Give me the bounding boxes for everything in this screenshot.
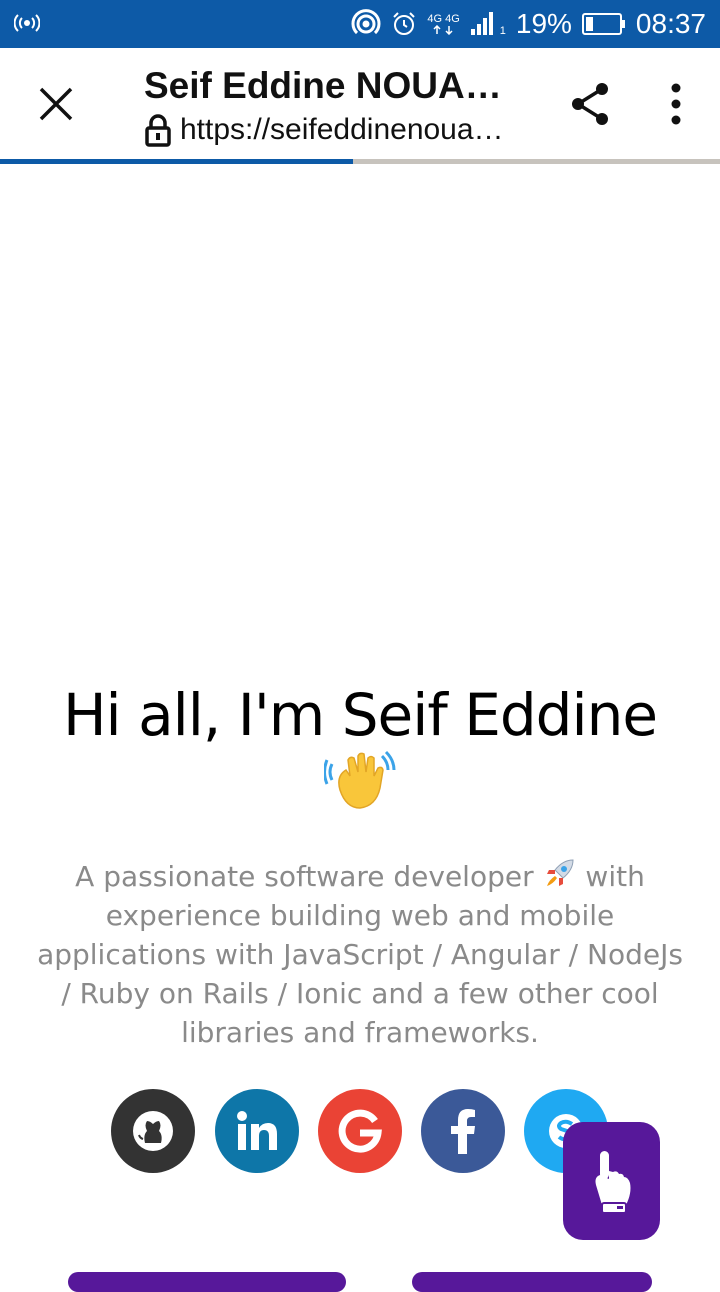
hero-title: Hi all, I'm Seif Eddine: [0, 680, 720, 812]
signal-icon: [470, 12, 493, 35]
google-button[interactable]: [318, 1089, 402, 1173]
hero-description: A passionate software developer with exp…: [30, 856, 690, 1052]
description-start: A passionate software developer: [75, 860, 534, 893]
custom-tab-toolbar: Seif Eddine NOUA… https://seifeddinenoua…: [0, 48, 720, 160]
pointing-hand-icon: [595, 1151, 630, 1213]
status-bar: 4G 4G 1 19% 08:37: [0, 0, 720, 48]
github-button[interactable]: [111, 1089, 195, 1173]
waving-hand-icon: [324, 750, 396, 809]
share-button[interactable]: [560, 76, 620, 132]
battery-icon: [581, 13, 625, 35]
url-row: https://seifeddinenoua…: [144, 112, 544, 148]
github-icon: [133, 1111, 173, 1151]
url-text: https://seifeddinenoua…: [180, 113, 504, 146]
network-type-label: 4G 4G: [427, 12, 460, 25]
page-title: Seif Eddine NOUA…: [144, 65, 502, 106]
clock: 08:37: [635, 8, 706, 39]
linkedin-icon: [237, 1111, 277, 1150]
lock-icon: [145, 114, 171, 147]
rocket-icon: [546, 859, 574, 886]
page-load-progress: [0, 159, 720, 164]
more-vert-icon: [671, 83, 681, 125]
page-load-progress-fill: [0, 159, 353, 164]
google-icon: [338, 1109, 382, 1153]
hotspot-icon: [14, 14, 40, 32]
alarm-icon: [393, 12, 416, 35]
close-icon: [39, 87, 73, 121]
close-button[interactable]: [24, 72, 88, 136]
data-arrows-icon: [433, 24, 453, 35]
bottom-button-left[interactable]: [68, 1272, 346, 1292]
hero-title-text: Hi all, I'm Seif Eddine: [62, 681, 658, 749]
share-icon: [572, 83, 608, 125]
more-options-button[interactable]: [650, 76, 702, 132]
wifi-hotspot-icon: [351, 9, 381, 35]
bottom-button-right[interactable]: [412, 1272, 652, 1292]
touch-assist-button[interactable]: [563, 1122, 660, 1240]
title-block: Seif Eddine NOUA… https://seifeddinenoua…: [144, 64, 544, 148]
network-indicator: 4G 4G: [427, 12, 460, 35]
battery-percent: 19%: [515, 8, 572, 39]
facebook-icon: [451, 1109, 475, 1154]
linkedin-button[interactable]: [215, 1089, 299, 1173]
sim-slot-label: 1: [499, 24, 506, 37]
facebook-button[interactable]: [421, 1089, 505, 1173]
